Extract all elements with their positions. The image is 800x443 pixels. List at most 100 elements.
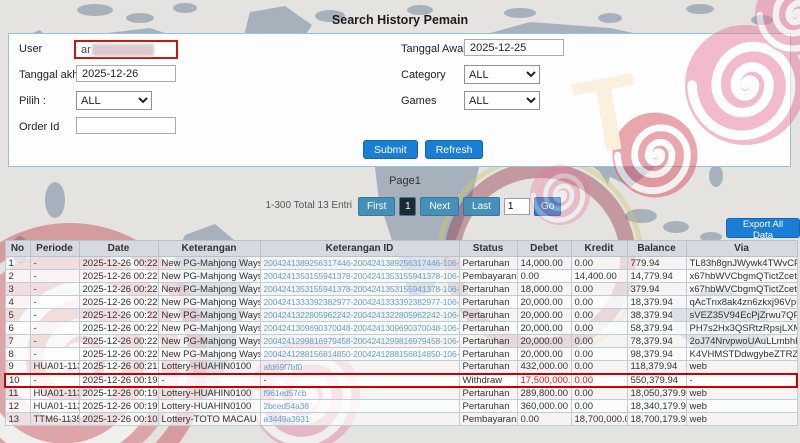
cell-via: web (685, 386, 798, 400)
user-value: ar (81, 43, 91, 56)
cell-no: 1 (4, 256, 31, 270)
cell-periode: - (29, 282, 80, 296)
cell-kredit: 14,400.00 (570, 269, 628, 283)
cell-debet: 17,500,000.00 (516, 372, 572, 388)
tanggal-awal-input[interactable] (464, 39, 564, 56)
cell-keterangan-id[interactable]: 2004241299816979458-2004241299816979458-… (259, 334, 460, 348)
cell-via: 2oJ74NrvpwoUAuLLmbhFsE (685, 334, 798, 348)
cell-keterangan-id[interactable]: 2004241322805962242-2004241322805962242-… (259, 308, 460, 322)
table-row: 10-2025-12-26 00:19:52--Withdraw17,500,0… (4, 372, 798, 388)
cell-keterangan-id[interactable]: 2004241353155941378-2004241353155941378-… (259, 282, 460, 296)
cell-no: 13 (4, 412, 31, 426)
cell-no: 9 (4, 360, 31, 374)
pilih-select[interactable]: ALL (76, 91, 152, 110)
go-button[interactable]: Go (533, 197, 562, 216)
cell-via: sVEZ35V94EcPjZrwu7QPbC (685, 308, 798, 322)
cell-debet: 20,000.00 (516, 308, 572, 322)
cell-date: 2025-12-26 00:22:15 (78, 347, 159, 361)
cell-kredit: 0.00 (570, 372, 628, 388)
cell-periode: - (29, 347, 80, 361)
export-all-data-button[interactable]: Export All Data (726, 218, 800, 241)
cell-keterangan-id[interactable]: 2004241288156814850-2004241288156814850-… (259, 347, 460, 361)
refresh-button[interactable]: Refresh (424, 140, 484, 159)
history-table: No Periode Date Keterangan Keterangan ID Stat… (4, 240, 798, 426)
order-id-input[interactable] (76, 117, 176, 134)
cell-periode: - (29, 269, 80, 283)
cell-balance: 58,379.94 (626, 321, 687, 335)
cell-keterangan-id[interactable]: f961ed57cb (259, 386, 460, 400)
cell-via: TL83h8gnJWywk4TWvCPKeT (685, 256, 798, 270)
search-form-panel: User ar Tanggal akhir Pilih : ALL Order … (8, 33, 791, 167)
cell-keterangan: New PG-Mahjong Ways (157, 347, 261, 361)
cell-debet: 0.00 (516, 412, 572, 426)
cell-via: web (685, 399, 798, 413)
first-page-button[interactable]: First (358, 197, 396, 216)
table-row: 6-2025-12-26 00:22:20New PG-Mahjong Ways… (4, 321, 798, 335)
table-body: 1-2025-12-26 00:22:39New PG-Mahjong Ways… (4, 256, 798, 426)
cell-no: 6 (4, 321, 31, 335)
cell-status: Pertaruhan (458, 308, 518, 322)
cell-keterangan: New PG-Mahjong Ways (157, 334, 261, 348)
cell-kredit: 0.00 (570, 360, 628, 374)
cell-no: 8 (4, 347, 31, 361)
user-input[interactable]: ar (74, 40, 178, 59)
user-label: User (19, 43, 43, 55)
cell-keterangan-id[interactable]: a3449a3931 (259, 412, 460, 426)
cell-keterangan-id: - (259, 372, 460, 388)
cell-keterangan: New PG-Mahjong Ways (157, 256, 261, 270)
cell-date: 2025-12-26 00:21:51 (78, 360, 159, 374)
table-row: 3-2025-12-26 00:22:31New PG-Mahjong Ways… (4, 282, 798, 296)
table-row: 8-2025-12-26 00:22:15New PG-Mahjong Ways… (4, 347, 798, 361)
cell-keterangan-id[interactable]: 2004241389256317446-2004241389256317446-… (259, 256, 460, 270)
cell-status: Pembayaran (458, 412, 518, 426)
cell-date: 2025-12-26 00:22:26 (78, 295, 159, 309)
cell-balance: 38,379.94 (626, 308, 687, 322)
tanggal-akhir-input[interactable] (76, 65, 176, 82)
cell-via: - (685, 372, 798, 388)
cell-debet: 20,000.00 (516, 334, 572, 348)
table-row: 7-2025-12-26 00:22:18New PG-Mahjong Ways… (4, 334, 798, 348)
cell-no: 4 (4, 295, 31, 309)
redacted-username (91, 43, 154, 56)
cell-periode: TTM6-1135 (29, 412, 80, 426)
table-row: 2-2025-12-26 00:22:32New PG-Mahjong Ways… (4, 269, 798, 283)
cell-balance: 18,379.94 (626, 295, 687, 309)
table-row: 12HUA01-11342025-12-26 00:19:07Lottery-H… (4, 399, 798, 413)
cell-balance: 379.94 (626, 282, 687, 296)
cell-balance: 550,379.94 (626, 372, 687, 388)
cell-periode: - (29, 334, 80, 348)
cell-keterangan: Lottery-HUAHIN0100 (157, 386, 261, 400)
cell-debet: 20,000.00 (516, 295, 572, 309)
category-label: Category (401, 69, 446, 81)
col-header-periode: Periode (29, 240, 80, 257)
table-row: 5-2025-12-26 00:22:23New PG-Mahjong Ways… (4, 308, 798, 322)
games-select[interactable]: ALL (464, 91, 540, 110)
cell-via: x67hbWVCbgmQTictZcet7e (685, 269, 798, 283)
cell-keterangan-id[interactable]: 2004241353155941378-2004241353155941378-… (259, 269, 460, 283)
col-header-via: Via (685, 240, 798, 257)
last-page-button[interactable]: Last (463, 197, 500, 216)
cell-keterangan-id[interactable]: 2bced54a38 (259, 399, 460, 413)
submit-button[interactable]: Submit (363, 140, 418, 159)
cell-keterangan-id[interactable]: afd69f7bf0 (259, 360, 460, 374)
cell-debet: 18,000.00 (516, 282, 572, 296)
cell-debet: 360,000.00 (516, 399, 572, 413)
cell-keterangan: New PG-Mahjong Ways (157, 282, 261, 296)
cell-date: 2025-12-26 00:22:39 (78, 256, 159, 270)
page-number-label: Page1 (389, 175, 421, 187)
cell-keterangan-id[interactable]: 2004241309690370048-2004241309690370048-… (259, 321, 460, 335)
cell-status: Pertaruhan (458, 360, 518, 374)
cell-date: 2025-12-26 00:19:52 (78, 372, 159, 388)
cell-debet: 20,000.00 (516, 321, 572, 335)
col-header-status: Status (458, 240, 518, 257)
goto-page-input[interactable] (503, 198, 530, 215)
next-page-button[interactable]: Next (420, 197, 460, 216)
pilih-label: Pilih : (19, 95, 46, 107)
table-row: 1-2025-12-26 00:22:39New PG-Mahjong Ways… (4, 256, 798, 270)
cell-date: 2025-12-26 00:22:20 (78, 321, 159, 335)
category-select[interactable]: ALL (464, 65, 540, 84)
pagination-bar: First 1 Next Last Go (358, 197, 562, 216)
cell-kredit: 0.00 (570, 386, 628, 400)
cell-keterangan-id[interactable]: 2004241333392382977-2004241333392382977-… (259, 295, 460, 309)
cell-debet: 14,000.00 (516, 256, 572, 270)
